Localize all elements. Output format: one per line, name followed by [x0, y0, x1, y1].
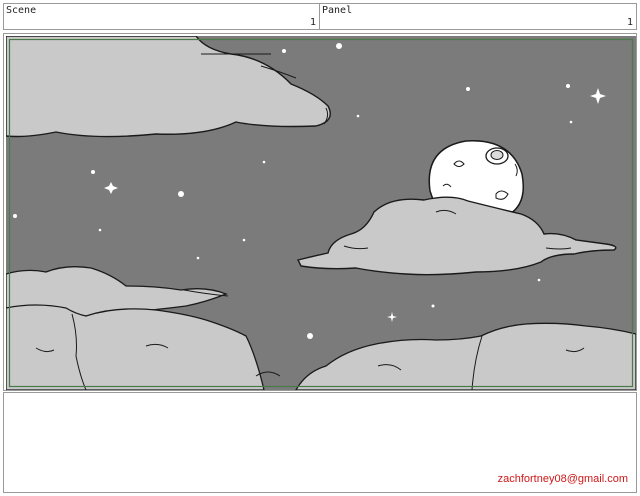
artist-credit: zachfortney08@gmail.com — [497, 473, 628, 485]
scene-number: 1 — [309, 17, 316, 28]
panel-drawing — [6, 36, 636, 390]
panel-label: Panel — [322, 5, 353, 16]
scene-field: Scene 1 — [3, 3, 320, 30]
storyboard-frame — [3, 33, 637, 391]
panel-field: Panel 1 — [319, 3, 637, 30]
panel-notes-area: zachfortney08@gmail.com — [3, 392, 637, 493]
panel-number: 1 — [626, 17, 633, 28]
scene-label: Scene — [6, 5, 37, 16]
